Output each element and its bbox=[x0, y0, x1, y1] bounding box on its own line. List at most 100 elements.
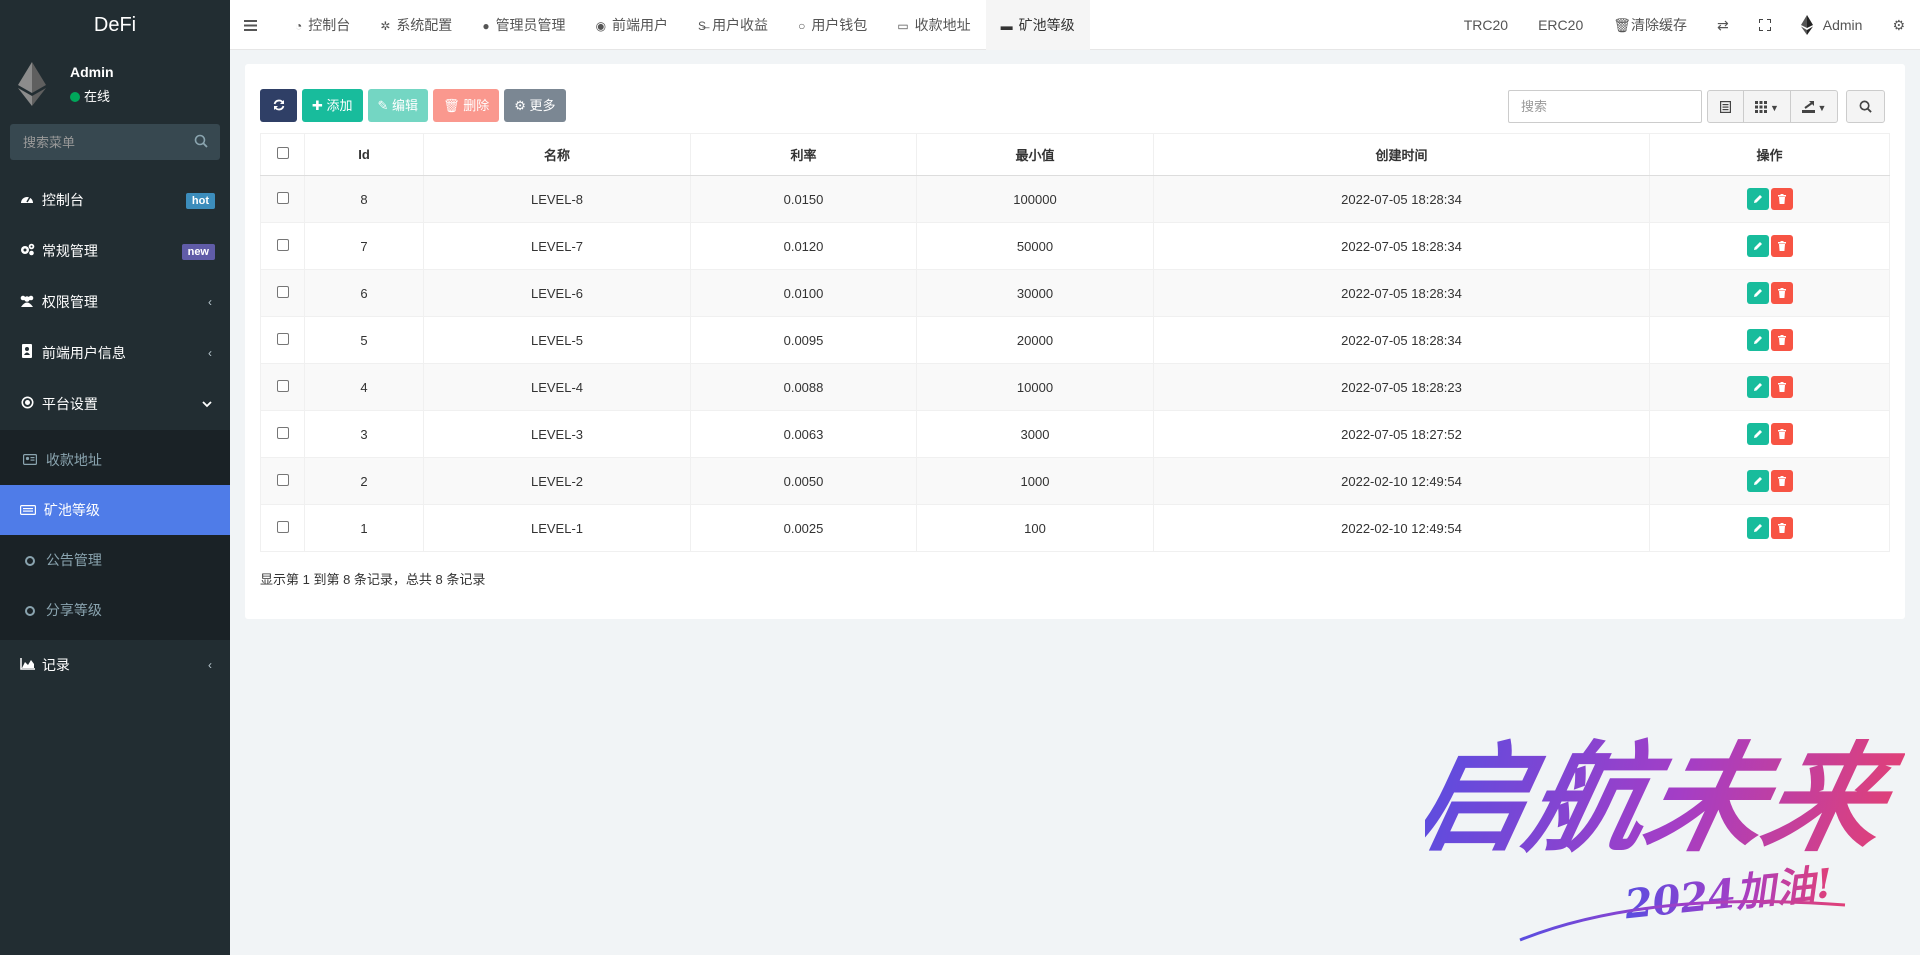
online-dot-icon bbox=[70, 92, 80, 102]
col-id[interactable]: Id bbox=[304, 133, 424, 176]
row-edit-button[interactable] bbox=[1746, 188, 1769, 210]
row-delete-button[interactable] bbox=[1770, 470, 1793, 492]
row-edit-button[interactable] bbox=[1746, 517, 1769, 539]
table-body: 8 LEVEL-8 0.0150 100000 2022-07-05 18:28:34 7… bbox=[260, 175, 1890, 552]
sidebar-item-label: 平台设置 bbox=[41, 396, 98, 412]
table-row[interactable]: 5 LEVEL-5 0.0095 20000 2022-07-05 18:28:34 bbox=[260, 316, 1890, 364]
table-row[interactable]: 4 LEVEL-4 0.0088 10000 2022-07-05 18:28:23 bbox=[260, 363, 1890, 411]
sidebar-item-dashboard[interactable]: 控制台 hot bbox=[0, 175, 230, 226]
select-all-checkbox[interactable] bbox=[276, 147, 289, 159]
row-checkbox[interactable] bbox=[276, 473, 289, 486]
keyboard-icon: ▬ bbox=[1000, 19, 1013, 33]
row-delete-button[interactable] bbox=[1770, 188, 1793, 210]
col-min[interactable]: 最小值 bbox=[916, 133, 1154, 176]
col-name[interactable]: 名称 bbox=[423, 133, 691, 176]
tab-receive-address[interactable]: ▭ 收款地址 bbox=[882, 0, 985, 50]
clear-cache-button[interactable]: 🗑清除缓存 bbox=[1598, 0, 1702, 50]
cell-id: 5 bbox=[304, 316, 424, 364]
row-checkbox[interactable] bbox=[276, 332, 289, 345]
tab-admin-management[interactable]: ● 管理员管理 bbox=[467, 0, 580, 50]
user-circle-icon: ◉ bbox=[595, 19, 607, 33]
row-delete-button[interactable] bbox=[1770, 376, 1793, 398]
language-icon: ⇄ bbox=[1717, 17, 1729, 33]
cell-min: 100 bbox=[916, 504, 1154, 552]
tab-pool-level[interactable]: ▬ 矿池等级 bbox=[985, 0, 1090, 50]
export-button[interactable]: ▼ bbox=[1790, 90, 1838, 123]
tab-system-config[interactable]: ✲ 系统配置 bbox=[365, 0, 467, 50]
chevron-left-icon: ‹ bbox=[208, 658, 212, 672]
row-checkbox[interactable] bbox=[276, 520, 289, 533]
fullscreen-button[interactable] bbox=[1744, 0, 1786, 50]
table-row[interactable]: 6 LEVEL-6 0.0100 30000 2022-07-05 18:28:34 bbox=[260, 269, 1890, 317]
table-search-input[interactable] bbox=[1508, 90, 1702, 123]
row-checkbox[interactable] bbox=[276, 426, 289, 439]
table-row[interactable]: 3 LEVEL-3 0.0063 3000 2022-07-05 18:27:52 bbox=[260, 410, 1890, 458]
admin-profile-button[interactable]: Admin bbox=[1786, 0, 1878, 50]
sidebar-item-records[interactable]: 记录 ‹ bbox=[0, 640, 230, 691]
app-logo[interactable]: DeFi bbox=[0, 0, 230, 50]
row-select-cell bbox=[260, 504, 305, 552]
row-delete-button[interactable] bbox=[1770, 329, 1793, 351]
row-checkbox[interactable] bbox=[276, 379, 289, 392]
row-edit-button[interactable] bbox=[1746, 235, 1769, 257]
delete-button[interactable]: 🗑 删除 bbox=[433, 89, 500, 122]
erc20-link[interactable]: ERC20 bbox=[1523, 0, 1598, 50]
user-status-label: 在线 bbox=[84, 89, 111, 104]
refresh-button[interactable] bbox=[260, 89, 297, 122]
gear-icon: ✲ bbox=[380, 19, 391, 33]
row-edit-button[interactable] bbox=[1746, 470, 1769, 492]
cell-name: LEVEL-5 bbox=[423, 316, 691, 364]
sidebar-item-platform-settings[interactable]: 平台设置 bbox=[0, 379, 230, 430]
tab-label: 系统配置 bbox=[396, 17, 453, 33]
row-delete-button[interactable] bbox=[1770, 235, 1793, 257]
search-icon[interactable] bbox=[194, 134, 208, 148]
tab-user-earnings[interactable]: S̶ 用户收益 bbox=[683, 0, 783, 50]
edit-button[interactable]: ✎ 编辑 bbox=[367, 89, 429, 122]
select-all-cell bbox=[260, 133, 305, 176]
table-header-row: Id 名称 利率 最小值 创建时间 操作 bbox=[260, 133, 1890, 176]
row-edit-button[interactable] bbox=[1746, 423, 1769, 445]
col-created[interactable]: 创建时间 bbox=[1153, 133, 1650, 176]
tab-frontend-users[interactable]: ◉ 前端用户 bbox=[581, 0, 683, 50]
sidebar-item-label: 常规管理 bbox=[41, 243, 98, 259]
row-edit-button[interactable] bbox=[1746, 376, 1769, 398]
ethereum-icon bbox=[1800, 15, 1813, 35]
columns-button[interactable]: ▼ bbox=[1743, 90, 1791, 123]
cogs-icon bbox=[18, 226, 36, 277]
table-row[interactable]: 2 LEVEL-2 0.0050 1000 2022-02-10 12:49:54 bbox=[260, 457, 1890, 505]
table-row[interactable]: 7 LEVEL-7 0.0120 50000 2022-07-05 18:28:34 bbox=[260, 222, 1890, 270]
col-rate[interactable]: 利率 bbox=[690, 133, 917, 176]
row-checkbox[interactable] bbox=[276, 285, 289, 298]
row-edit-button[interactable] bbox=[1746, 282, 1769, 304]
add-button[interactable]: ✚ 添加 bbox=[302, 89, 363, 122]
menu-toggle-icon[interactable] bbox=[244, 15, 258, 38]
sidebar-item-receive-address[interactable]: 收款地址 bbox=[0, 435, 230, 485]
row-delete-button[interactable] bbox=[1770, 423, 1793, 445]
watermark-main-text: 启航未来 bbox=[1425, 730, 1905, 868]
more-button[interactable]: ⚙ 更多 bbox=[504, 89, 566, 122]
sidebar-item-announcements[interactable]: 公告管理 bbox=[0, 535, 230, 585]
sidebar-item-general[interactable]: 常规管理 new bbox=[0, 226, 230, 277]
sidebar-item-pool-level[interactable]: 矿池等级 bbox=[0, 485, 230, 535]
tab-dashboard[interactable]: ◔ 控制台 bbox=[280, 0, 365, 50]
sidebar-item-permissions[interactable]: 权限管理 ‹ bbox=[0, 277, 230, 328]
toggle-view-button[interactable] bbox=[1707, 90, 1744, 123]
table-row[interactable]: 8 LEVEL-8 0.0150 100000 2022-07-05 18:28:34 bbox=[260, 175, 1890, 223]
language-button[interactable]: ⇄ bbox=[1702, 0, 1744, 50]
row-checkbox[interactable] bbox=[276, 238, 289, 251]
cell-created: 2022-07-05 18:27:52 bbox=[1153, 410, 1650, 458]
platform-submenu: 收款地址 矿池等级 公告管理 分享等级 bbox=[0, 430, 230, 640]
row-delete-button[interactable] bbox=[1770, 282, 1793, 304]
row-checkbox[interactable] bbox=[276, 191, 289, 204]
sidebar-item-frontend-users[interactable]: 前端用户信息 ‹ bbox=[0, 328, 230, 379]
menu-search-input[interactable] bbox=[10, 124, 220, 160]
advanced-search-button[interactable] bbox=[1846, 90, 1885, 123]
row-edit-button[interactable] bbox=[1746, 329, 1769, 351]
row-delete-button[interactable] bbox=[1770, 517, 1793, 539]
cell-actions bbox=[1649, 175, 1890, 223]
tab-user-wallet[interactable]: ○ 用户钱包 bbox=[783, 0, 882, 50]
sidebar-item-share-level[interactable]: 分享等级 bbox=[0, 585, 230, 635]
settings-button[interactable]: ⚙ bbox=[1877, 0, 1920, 50]
trc20-link[interactable]: TRC20 bbox=[1449, 0, 1523, 50]
table-row[interactable]: 1 LEVEL-1 0.0025 100 2022-02-10 12:49:54 bbox=[260, 504, 1890, 552]
